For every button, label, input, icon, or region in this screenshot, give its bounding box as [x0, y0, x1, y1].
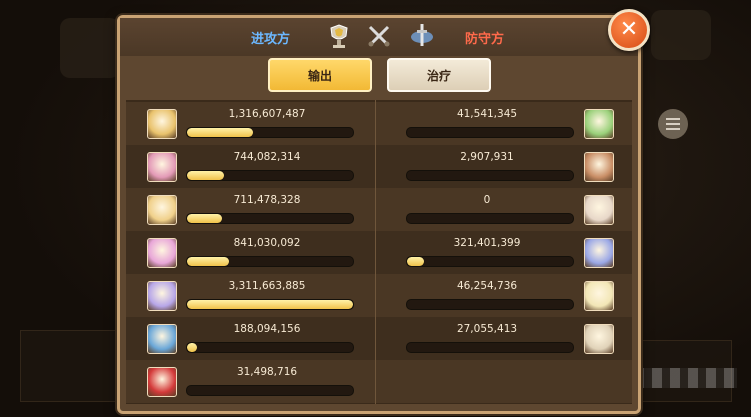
defender-avatar[interactable]: [584, 152, 614, 182]
defender-avatar[interactable]: [584, 281, 614, 311]
attacker-progress-bar: [186, 170, 354, 181]
attacker-progress-bar: [186, 127, 354, 138]
attacker-progress-fill: [187, 300, 353, 309]
attacker-avatar[interactable]: [147, 238, 177, 268]
defender-label: 防守方: [465, 32, 505, 47]
defender-progress-bar: [406, 342, 574, 353]
defender-progress-bar: [406, 170, 574, 181]
attacker-value: 1,316,607,487: [228, 108, 306, 120]
attacker-progress-fill: [187, 214, 222, 223]
attacker-progress-fill: [187, 257, 229, 266]
stats-list: 1,316,607,487 41,541,345 744,082,314 2,907,…: [126, 100, 632, 404]
defender-avatar[interactable]: [584, 109, 614, 139]
attacker-progress-fill: [187, 128, 254, 137]
crossed-swords-icon: [368, 25, 390, 47]
attacker-progress-bar: [186, 299, 354, 310]
attacker-value: 841,030,092: [233, 237, 301, 249]
stats-row: 841,030,092 321,401,399: [126, 231, 632, 274]
attacker-progress-bar: [186, 213, 354, 224]
attacker-avatar[interactable]: [147, 195, 177, 225]
background-panel-right: [651, 10, 711, 60]
defender-value: 46,254,736: [456, 280, 518, 292]
close-x-icon: ✕: [619, 17, 639, 42]
battle-stats-panel: 进攻方 防守方 输出 治疗 1,316,607,487 41,541,345 744…: [117, 15, 641, 414]
attacker-value: 744,082,314: [233, 151, 301, 163]
attacker-progress-fill: [187, 171, 224, 180]
defender-avatar[interactable]: [584, 195, 614, 225]
stats-row: 1,316,607,487 41,541,345: [126, 102, 632, 145]
attacker-avatar[interactable]: [147, 152, 177, 182]
defender-value: 27,055,413: [456, 323, 518, 335]
defender-avatar[interactable]: [584, 324, 614, 354]
background-panel-left: [60, 18, 120, 78]
defender-progress-bar: [406, 299, 574, 310]
attacker-value: 3,311,663,885: [228, 280, 306, 292]
defender-value: 0: [483, 194, 491, 206]
stats-row: 711,478,328 0: [126, 188, 632, 231]
stats-row: 31,498,716: [126, 360, 632, 403]
attacker-value: 31,498,716: [236, 366, 298, 378]
tab-output[interactable]: 输出: [268, 58, 372, 92]
close-button[interactable]: ✕: [608, 9, 650, 51]
stats-row: 3,311,663,885 46,254,736: [126, 274, 632, 317]
defender-progress-bar: [406, 127, 574, 138]
tab-heal[interactable]: 治疗: [387, 58, 491, 92]
attacker-value: 711,478,328: [233, 194, 301, 206]
defender-progress-bar: [406, 256, 574, 267]
trophy-badge-icon: [330, 24, 348, 48]
defender-progress-fill: [407, 257, 424, 266]
attacker-progress-bar: [186, 256, 354, 267]
sword-emblem-icon: [411, 24, 433, 46]
stats-row: 188,094,156 27,055,413: [126, 317, 632, 360]
attacker-avatar[interactable]: [147, 281, 177, 311]
background-widget-left: [20, 330, 122, 402]
panel-header: 进攻方 防守方: [120, 18, 638, 56]
defender-value: 2,907,931: [460, 151, 514, 163]
attacker-avatar[interactable]: [147, 367, 177, 397]
attacker-avatar[interactable]: [147, 109, 177, 139]
tab-bar: 输出 治疗: [130, 56, 628, 98]
attacker-label: 进攻方: [251, 32, 291, 47]
defender-value: 41,541,345: [456, 108, 518, 120]
attacker-progress-bar: [186, 342, 354, 353]
attacker-value: 188,094,156: [233, 323, 301, 335]
defender-value: 321,401,399: [453, 237, 521, 249]
attacker-avatar[interactable]: [147, 324, 177, 354]
defender-progress-bar: [406, 213, 574, 224]
attacker-progress-fill: [187, 343, 197, 352]
column-divider: [375, 100, 376, 404]
attacker-progress-bar: [186, 385, 354, 396]
defender-avatar[interactable]: [584, 238, 614, 268]
list-menu-icon[interactable]: [658, 109, 688, 139]
stats-row: 744,082,314 2,907,931: [126, 145, 632, 188]
